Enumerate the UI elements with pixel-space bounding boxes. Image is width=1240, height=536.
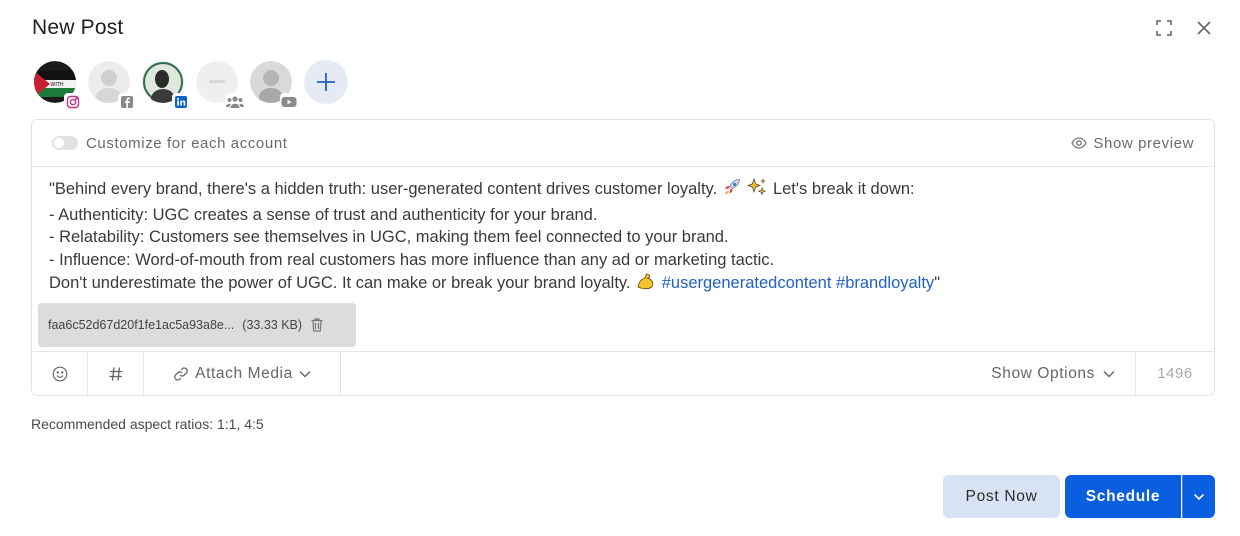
attach-media-label: Attach Media bbox=[195, 364, 293, 382]
add-account-button[interactable] bbox=[304, 60, 348, 104]
hashtag-icon bbox=[109, 366, 122, 381]
show-preview-button[interactable]: Show preview bbox=[1071, 135, 1194, 152]
text-line-1-suffix: Let's break it down: bbox=[772, 180, 915, 198]
instagram-icon bbox=[64, 93, 82, 111]
text-line-3: - Relatability: Customers see themselves… bbox=[49, 228, 729, 246]
show-options-button[interactable]: Show Options bbox=[991, 351, 1136, 396]
attachment-chip: faa6c52d67d20f1fe1ac5a93a8e... (33.33 KB… bbox=[38, 303, 356, 347]
facebook-icon bbox=[118, 93, 136, 111]
post-text-area[interactable]: "Behind every brand, there's a hidden tr… bbox=[32, 167, 1214, 299]
linkedin-icon bbox=[172, 93, 190, 111]
emoji-button[interactable] bbox=[32, 351, 88, 396]
closing-quote: " bbox=[934, 274, 941, 292]
chevron-down-icon bbox=[1193, 493, 1205, 500]
account-avatar-linkedin[interactable] bbox=[142, 61, 190, 111]
customize-label: Customize for each account bbox=[86, 134, 288, 152]
window-actions bbox=[1154, 18, 1214, 38]
sparkles-icon bbox=[746, 177, 768, 204]
link-icon bbox=[174, 366, 188, 381]
post-now-button[interactable]: Post Now bbox=[943, 475, 1060, 518]
chevron-down-icon bbox=[1103, 370, 1115, 377]
text-line-4: - Influence: Word-of-mouth from real cus… bbox=[49, 250, 775, 269]
account-avatar-youtube[interactable] bbox=[250, 61, 298, 111]
plus-icon bbox=[317, 73, 335, 91]
attachment-filename: faa6c52d67d20f1fe1ac5a93a8e... bbox=[48, 318, 235, 332]
post-editor: Customize for each account Show preview … bbox=[31, 119, 1215, 396]
text-line-1: "Behind every brand, there's a hidden tr… bbox=[49, 180, 718, 198]
rocket-icon bbox=[722, 177, 742, 204]
account-selector: WITH bbox=[34, 60, 348, 111]
schedule-button[interactable]: Schedule bbox=[1065, 475, 1181, 518]
editor-toolbar: Attach Media Show Options 1496 bbox=[32, 351, 1214, 396]
smiley-icon bbox=[52, 366, 67, 381]
account-avatar-group[interactable] bbox=[196, 61, 244, 111]
aspect-ratio-hint: Recommended aspect ratios: 1:1, 4:5 bbox=[31, 416, 264, 432]
character-count: 1496 bbox=[1157, 365, 1193, 382]
account-avatar-facebook[interactable] bbox=[88, 61, 136, 111]
youtube-icon bbox=[280, 93, 298, 111]
text-line-5-group: Don't underestimate the power of UGC. It… bbox=[49, 271, 1198, 298]
text-line-2: - Authenticity: UGC creates a sense of t… bbox=[49, 205, 598, 224]
hashtags[interactable]: #usergeneratedcontent #brandloyalty bbox=[662, 274, 934, 292]
group-icon bbox=[226, 93, 244, 111]
customize-toggle-group: Customize for each account bbox=[52, 135, 288, 152]
trash-icon[interactable] bbox=[310, 317, 324, 333]
account-avatar-instagram[interactable]: WITH bbox=[34, 61, 82, 111]
eye-icon bbox=[1071, 137, 1088, 149]
attachment-size: (33.33 KB) bbox=[242, 318, 303, 332]
expand-icon[interactable] bbox=[1154, 18, 1174, 38]
chevron-down-icon bbox=[299, 370, 311, 377]
attach-media-button[interactable]: Attach Media bbox=[144, 351, 341, 396]
show-preview-label: Show preview bbox=[1093, 134, 1194, 152]
text-line-5: Don't underestimate the power of UGC. It… bbox=[49, 274, 631, 292]
show-options-label: Show Options bbox=[991, 364, 1095, 382]
flexed-biceps-icon bbox=[635, 271, 657, 298]
close-icon[interactable] bbox=[1194, 18, 1214, 38]
editor-header: Customize for each account Show preview bbox=[32, 120, 1214, 167]
hashtag-button[interactable] bbox=[88, 351, 144, 396]
dialog-title: New Post bbox=[32, 16, 124, 39]
schedule-options-button[interactable] bbox=[1182, 475, 1215, 518]
svg-text:WITH: WITH bbox=[50, 82, 63, 88]
text-line: "Behind every brand, there's a hidden tr… bbox=[49, 177, 1198, 204]
customize-toggle[interactable] bbox=[52, 136, 78, 150]
